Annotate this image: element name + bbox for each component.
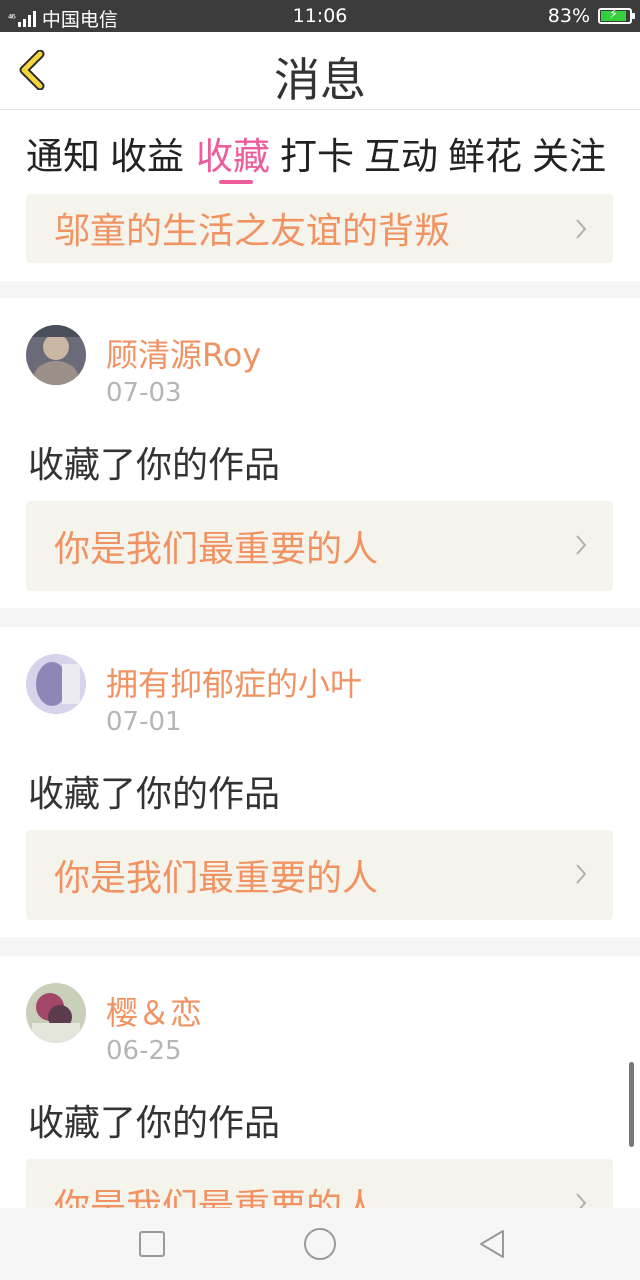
work-link[interactable]: 你是我们最重要的人 [26, 501, 613, 591]
recent-apps-button[interactable] [136, 1228, 168, 1260]
page-title: 消息 [274, 53, 366, 107]
tab-follows[interactable]: 关注 [532, 126, 606, 180]
username[interactable]: 拥有抑郁症的小叶 [106, 659, 362, 705]
battery-icon: ⚡ [598, 7, 635, 24]
square-icon [139, 1231, 165, 1257]
tab-notifications[interactable]: 通知 [26, 126, 100, 180]
work-link[interactable]: 你是我们最重要的人 [26, 830, 613, 920]
list-item: 拥有抑郁症的小叶 07-01 收藏了你的作品 你是我们最重要的人 [0, 627, 640, 937]
action-text: 收藏了你的作品 [28, 1103, 281, 1144]
list-item: 樱＆恋 06-25 收藏了你的作品 你是我们最重要的人 [0, 956, 640, 1208]
username[interactable]: 樱＆恋 [106, 988, 202, 1034]
date: 06-25 [106, 1036, 182, 1066]
navigation-bar [0, 1208, 640, 1280]
action-text: 收藏了你的作品 [28, 774, 281, 815]
work-title: 邬童的生活之友谊的背叛 [54, 211, 451, 252]
active-tab-indicator [219, 180, 253, 184]
tab-favorites[interactable]: 收藏 [196, 126, 270, 180]
tab-interactions[interactable]: 互动 [364, 126, 438, 180]
battery-percent: 83% [547, 5, 590, 27]
username[interactable]: 顾清源Roy [106, 330, 261, 376]
status-right: 83% ⚡ [547, 5, 635, 27]
avatar[interactable] [26, 983, 86, 1043]
tab-checkin[interactable]: 打卡 [280, 126, 354, 180]
tab-earnings[interactable]: 收益 [110, 126, 184, 180]
work-link[interactable]: 你是我们最重要的人 [26, 1159, 613, 1208]
chevron-right-icon [576, 219, 587, 239]
date: 07-01 [106, 707, 182, 737]
work-title: 你是我们最重要的人 [54, 858, 379, 899]
tab-bar: 通知 收益 收藏 打卡 互动 鲜花 关注 [0, 110, 640, 192]
avatar[interactable] [26, 654, 86, 714]
tab-flowers[interactable]: 鲜花 [448, 126, 522, 180]
avatar[interactable] [26, 325, 86, 385]
home-button[interactable] [302, 1226, 338, 1262]
list-item: 邬童的生活之友谊的背叛 [0, 192, 640, 281]
chevron-right-icon [576, 1193, 587, 1208]
scrollbar[interactable] [629, 1062, 634, 1147]
date: 07-03 [106, 378, 182, 408]
app-header: 消息 [0, 32, 640, 110]
chevron-right-icon [576, 864, 587, 884]
work-title: 你是我们最重要的人 [54, 529, 379, 570]
clock: 11:06 [292, 5, 348, 27]
work-link[interactable]: 邬童的生活之友谊的背叛 [26, 194, 613, 263]
action-text: 收藏了你的作品 [28, 445, 281, 486]
back-nav-button[interactable] [476, 1228, 508, 1260]
work-title: 你是我们最重要的人 [54, 1187, 379, 1208]
list-item: 顾清源Roy 07-03 收藏了你的作品 你是我们最重要的人 [0, 298, 640, 608]
chevron-right-icon [576, 535, 587, 555]
circle-icon [304, 1228, 336, 1260]
message-list[interactable]: 邬童的生活之友谊的背叛 顾清源Roy 07-03 收藏了你的作品 你是我们最重要… [0, 192, 640, 1208]
status-bar: ⁴⁶ 中国电信 11:06 83% ⚡ [0, 0, 640, 32]
triangle-back-icon [480, 1230, 504, 1258]
